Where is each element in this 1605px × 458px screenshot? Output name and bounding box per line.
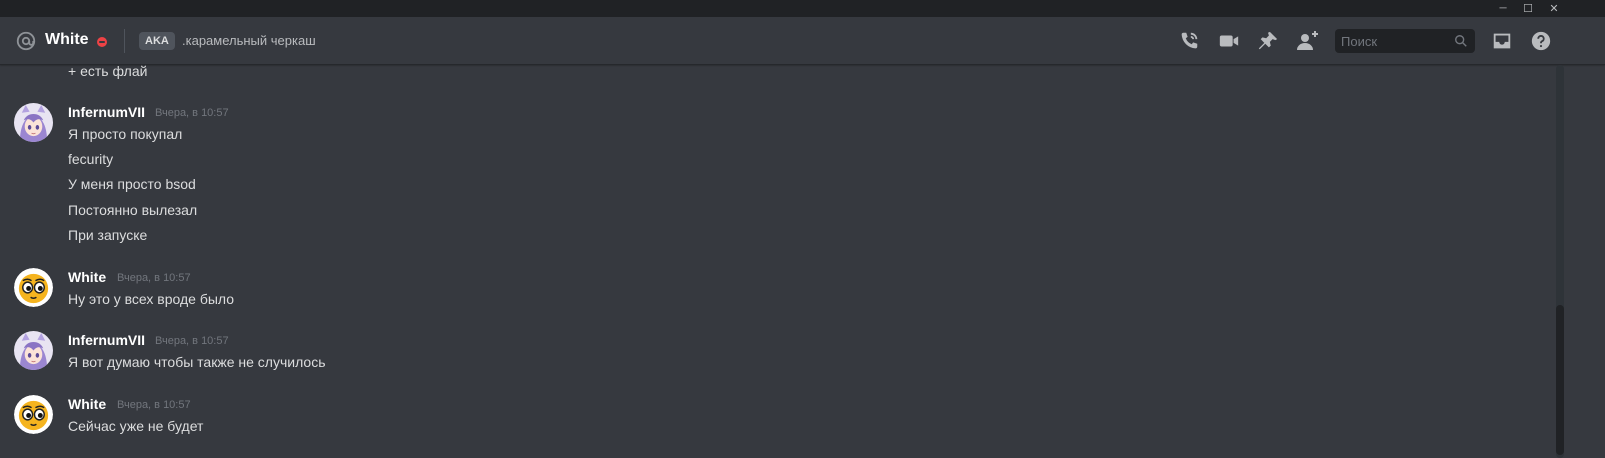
inbox-button[interactable] [1490, 29, 1514, 53]
header-divider [124, 29, 125, 53]
minimize-button[interactable]: ─ [1489, 0, 1517, 17]
message-text: Я вот думаю чтобы также не случилось [68, 354, 326, 370]
dm-header: White AKA .карамельный черкаш [0, 17, 1605, 65]
status-dnd-icon [97, 37, 107, 47]
dm-username: White [45, 31, 89, 48]
cartoon-face-avatar[interactable] [14, 268, 53, 307]
pin-icon [1258, 31, 1278, 50]
message-author[interactable]: White [68, 268, 106, 286]
help-icon [1531, 31, 1551, 51]
message-text: Постоянно вылезал [68, 202, 198, 218]
help-button[interactable] [1529, 29, 1553, 53]
scrollbar-thumb[interactable] [1556, 305, 1564, 455]
message-text: При запуске [68, 227, 148, 243]
aka-name: .карамельный черкаш [182, 33, 316, 48]
search-input[interactable] [1335, 29, 1451, 53]
message-timestamp: Вчера, в 10:57 [117, 272, 191, 284]
video-icon [1219, 35, 1239, 47]
maximize-icon: ☐ [1523, 3, 1533, 15]
add-friends-to-dm-button[interactable] [1295, 29, 1319, 53]
inbox-icon [1493, 33, 1511, 49]
message-list: + есть флай InfernumVII Вчера, в 10:57 Я… [0, 63, 1560, 458]
anime-girl-avatar[interactable] [14, 331, 53, 370]
cartoon-face-avatar[interactable] [14, 395, 53, 434]
video-call-button[interactable] [1217, 29, 1241, 53]
message-text: У меня просто bsod [68, 176, 196, 192]
message-author[interactable]: InfernumVII [68, 103, 145, 121]
message-timestamp: Вчера, в 10:57 [155, 107, 229, 119]
anime-girl-avatar[interactable] [14, 103, 53, 142]
maximize-button[interactable]: ☐ [1514, 0, 1542, 17]
message-text: Я просто покупал [68, 126, 183, 142]
message-author[interactable]: White [68, 395, 106, 413]
message-text: + есть флай [68, 63, 148, 79]
message-text: Сейчас уже не будет [68, 418, 204, 434]
message-timestamp: Вчера, в 10:57 [117, 399, 191, 411]
message-text: Ну это у всех вроде было [68, 291, 235, 307]
message-timestamp: Вчера, в 10:57 [155, 335, 229, 347]
call-icon [1181, 32, 1198, 49]
at-icon [16, 31, 36, 51]
pinned-messages-button[interactable] [1256, 29, 1280, 53]
close-button[interactable]: ✕ [1540, 0, 1568, 17]
minimize-icon: ─ [1499, 3, 1507, 14]
message-text: fecurity [68, 151, 114, 167]
search-box[interactable] [1335, 29, 1475, 53]
call-button[interactable] [1177, 29, 1201, 53]
message-author[interactable]: InfernumVII [68, 331, 145, 349]
close-icon: ✕ [1549, 3, 1559, 15]
window-titlebar: ─ ☐ ✕ [0, 0, 1605, 17]
add-friend-icon [1297, 31, 1318, 50]
search-icon [1455, 35, 1467, 47]
aka-badge: AKA [139, 32, 175, 50]
